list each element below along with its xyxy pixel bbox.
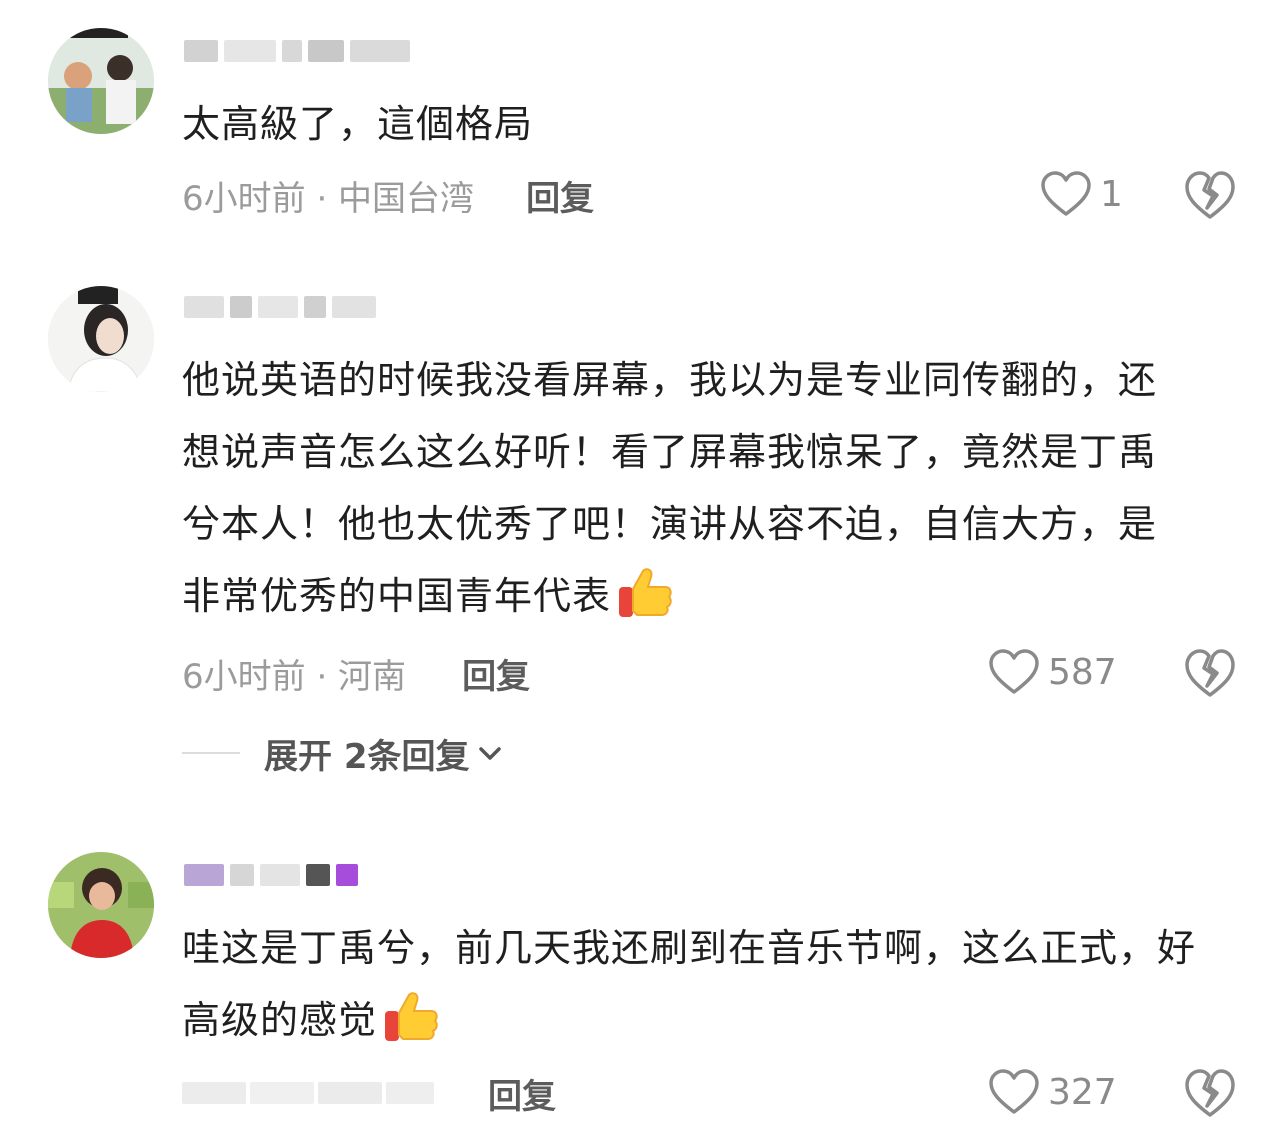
like-count: 1 (1100, 173, 1123, 215)
thumbs-up-emoji (619, 568, 672, 617)
reply-button[interactable]: 回复 (462, 649, 530, 698)
heart-outline-icon (989, 649, 1039, 694)
comment-meta: 6小时前 · 河南 回复 (182, 648, 530, 698)
avatar[interactable] (48, 286, 154, 392)
dislike-button[interactable] (1183, 168, 1237, 222)
broken-heart-icon (1185, 1069, 1235, 1117)
reply-button[interactable]: 回复 (526, 171, 594, 220)
comment-meta: 回复 (182, 1068, 556, 1118)
comment-time-location: 6小时前 · 河南 (182, 656, 407, 697)
like-button[interactable]: 327 (988, 1064, 1117, 1120)
comment-time-location: 6小时前 · 中国台湾 (182, 178, 475, 219)
like-count: 587 (1048, 651, 1117, 693)
username-masked[interactable] (184, 34, 424, 68)
like-count: 327 (1048, 1071, 1117, 1113)
avatar-image (48, 28, 154, 134)
expand-replies[interactable]: 展开 2条回复 (182, 728, 504, 778)
comment-text: 太高級了，這個格局 (182, 102, 534, 146)
dislike-button[interactable] (1183, 646, 1237, 700)
like-button[interactable]: 587 (988, 644, 1117, 700)
comment-text: 他说英语的时候我没看屏幕，我以为是专业同传翻的，还想说声音怎么这么好听！看了屏幕… (182, 344, 1192, 632)
comment-text: 哇这是丁禹兮，前几天我还刷到在音乐节啊，这么正式，好高级的感觉 (182, 912, 1212, 1056)
comment-time-location-masked (182, 1082, 434, 1104)
comment-text-body: 哇这是丁禹兮，前几天我还刷到在音乐节啊，这么正式，好高级的感觉 (182, 926, 1197, 1042)
username-masked[interactable] (184, 290, 424, 324)
avatar-image (48, 852, 154, 958)
expand-replies-label[interactable]: 展开 2条回复 (264, 729, 470, 778)
reply-button[interactable]: 回复 (488, 1069, 556, 1118)
comment-meta: 6小时前 · 中国台湾 回复 (182, 170, 594, 220)
like-button[interactable]: 1 (1040, 166, 1123, 222)
divider (182, 752, 240, 754)
avatar[interactable] (48, 852, 154, 958)
dislike-button[interactable] (1183, 1066, 1237, 1120)
thumbs-up-emoji (385, 992, 438, 1041)
heart-outline-icon (989, 1069, 1039, 1114)
broken-heart-icon (1185, 649, 1235, 697)
avatar[interactable] (48, 28, 154, 134)
username-masked[interactable] (184, 858, 424, 892)
avatar-image (48, 286, 154, 392)
broken-heart-icon (1185, 171, 1235, 219)
chevron-down-icon (478, 747, 501, 760)
heart-outline-icon (1041, 171, 1091, 216)
